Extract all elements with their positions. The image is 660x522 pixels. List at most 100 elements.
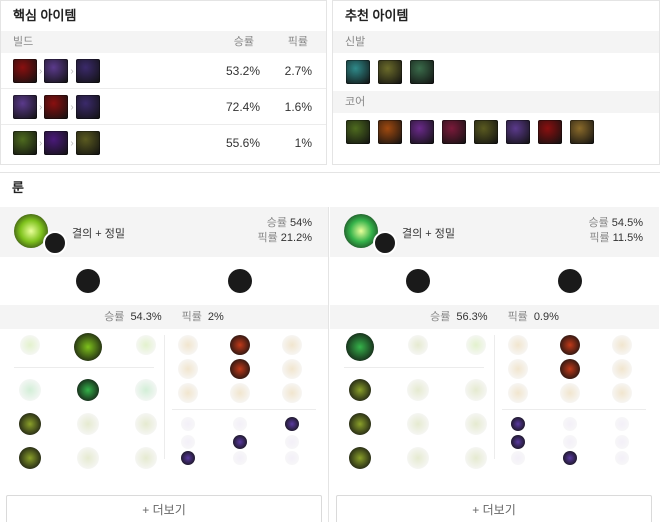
rune-option-icon [407,413,429,435]
stat-shard-icon [511,435,525,449]
golden-armor-item[interactable] [570,120,594,144]
secondary-rune-option-icon [282,335,302,355]
rune-option-icon [135,379,157,401]
stat-shard-icon [615,451,629,465]
rune-pickrate: 21.2% [280,232,312,244]
crimson-blade-item[interactable] [13,59,37,83]
keystone-selected-icon [346,333,374,361]
secondary-rune-option-icon [282,359,302,379]
build-items: › › [13,131,100,155]
precision-tree-icon [558,269,582,293]
rune-page-header[interactable]: 결의 + 정밀 승률 54.5% 픽률 11.5% [330,207,659,257]
flame-item[interactable] [378,120,402,144]
build-winrate: 72.4% [225,100,260,114]
crimson-blade-item[interactable] [44,95,69,119]
secondary-rune-option-icon [508,335,528,355]
secondary-tree-icon [373,231,397,255]
more-button[interactable]: + 더보기 [336,495,652,522]
rune-option-icon [19,379,41,401]
secondary-rune-option-icon [230,383,250,403]
pickrate-label: 픽률 [589,232,610,244]
keystone-option-icon [466,335,486,355]
build-pickrate: 2.7% [284,64,312,78]
void-hood-item[interactable] [44,131,69,155]
purple-shard-item[interactable] [506,120,530,144]
build-row[interactable]: › › 53.2% 2.7% [1,53,326,89]
secondary-rune-option-icon [178,335,198,355]
pickrate-label: 픽률 [181,311,202,323]
pickrate-column-header: 픽률 [287,36,308,48]
secondary-rune-option-icon [178,383,198,403]
detail-pickrate: 2% [207,311,224,323]
secondary-rune-option-icon [612,359,632,379]
resolve-tree-icon [406,269,430,293]
chevron-right-icon: › [70,137,74,149]
secondary-rune-option-icon [612,383,632,403]
bramble-item[interactable] [75,131,100,155]
pickrate-label: 픽률 [257,232,278,244]
winrate-column-header: 승률 [233,36,254,48]
recommended-items-title: 추천 아이템 [345,8,409,23]
stat-shard-icon [233,451,247,465]
purple-shard-item[interactable] [44,59,69,83]
secondary-tree-icon [43,231,67,255]
rune-trees-row [0,257,328,305]
winrate-label: 승률 [430,311,451,323]
rune-option-icon [465,447,487,469]
stat-shard-icon [285,451,299,465]
purple-shard-item[interactable] [13,95,37,119]
keystone-selected-icon [74,333,102,361]
violet-mask-item[interactable] [410,120,434,144]
rune-option-icon [135,413,157,435]
rune-page-header[interactable]: 결의 + 정밀 승률 54% 픽률 21.2% [0,207,328,257]
precision-tree-icon [228,269,252,293]
resolve-tree-icon [76,269,100,293]
core-items-title: 핵심 아이템 [13,8,77,23]
build-pickrate: 1.6% [284,100,312,114]
secondary-rune-option-icon [560,335,580,355]
build-row[interactable]: › › 72.4% 1.6% [1,89,326,125]
rune-option-icon [77,447,99,469]
runes-title: 룬 [12,180,24,195]
stat-shard-icon [233,417,247,431]
green-armor-item[interactable] [346,120,370,144]
crimson-blade-item[interactable] [538,120,562,144]
build-row[interactable]: › › 55.6% 1% [1,125,326,161]
green-armor-item[interactable] [13,131,37,155]
ruby-gauntlet-item[interactable] [442,120,466,144]
stat-shard-icon [285,435,299,449]
stat-shard-icon [181,435,195,449]
teal-boots-item[interactable] [346,60,370,84]
rune-pickrate: 11.5% [612,232,643,244]
more-button[interactable]: + 더보기 [6,495,322,522]
rune-option-icon [407,447,429,469]
pickrate-label: 픽률 [507,311,528,323]
build-column-header: 빌드 [13,36,34,48]
secondary-rune-option-icon [230,359,250,379]
rune-trees-row [330,257,659,305]
rune-option-icon [135,447,157,469]
rune-option-icon [349,413,371,435]
rune-option-icon [407,379,429,401]
secondary-rune-option-icon [612,335,632,355]
rune-option-icon [19,413,41,435]
chevron-right-icon: › [70,101,74,113]
boots-row [333,53,659,91]
core-items-row [333,113,659,151]
secondary-rune-option-icon [560,359,580,379]
stat-shard-icon [181,417,195,431]
winrate-label: 승률 [104,311,125,323]
dark-violet-item[interactable] [75,95,100,119]
bramble-item[interactable] [474,120,498,144]
chevron-right-icon: › [70,65,74,77]
winged-boots-item[interactable] [410,60,434,84]
olive-boots-item[interactable] [378,60,402,84]
stat-shard-icon [511,451,525,465]
rune-option-icon [349,379,371,401]
rune-winrate: 54.5% [611,217,643,229]
dark-violet-item[interactable] [75,59,100,83]
rune-option-icon [465,379,487,401]
rune-page-name: 결의 + 정밀 [402,228,456,240]
core-label: 코어 [333,91,659,113]
rune-selection-grid [330,329,659,469]
